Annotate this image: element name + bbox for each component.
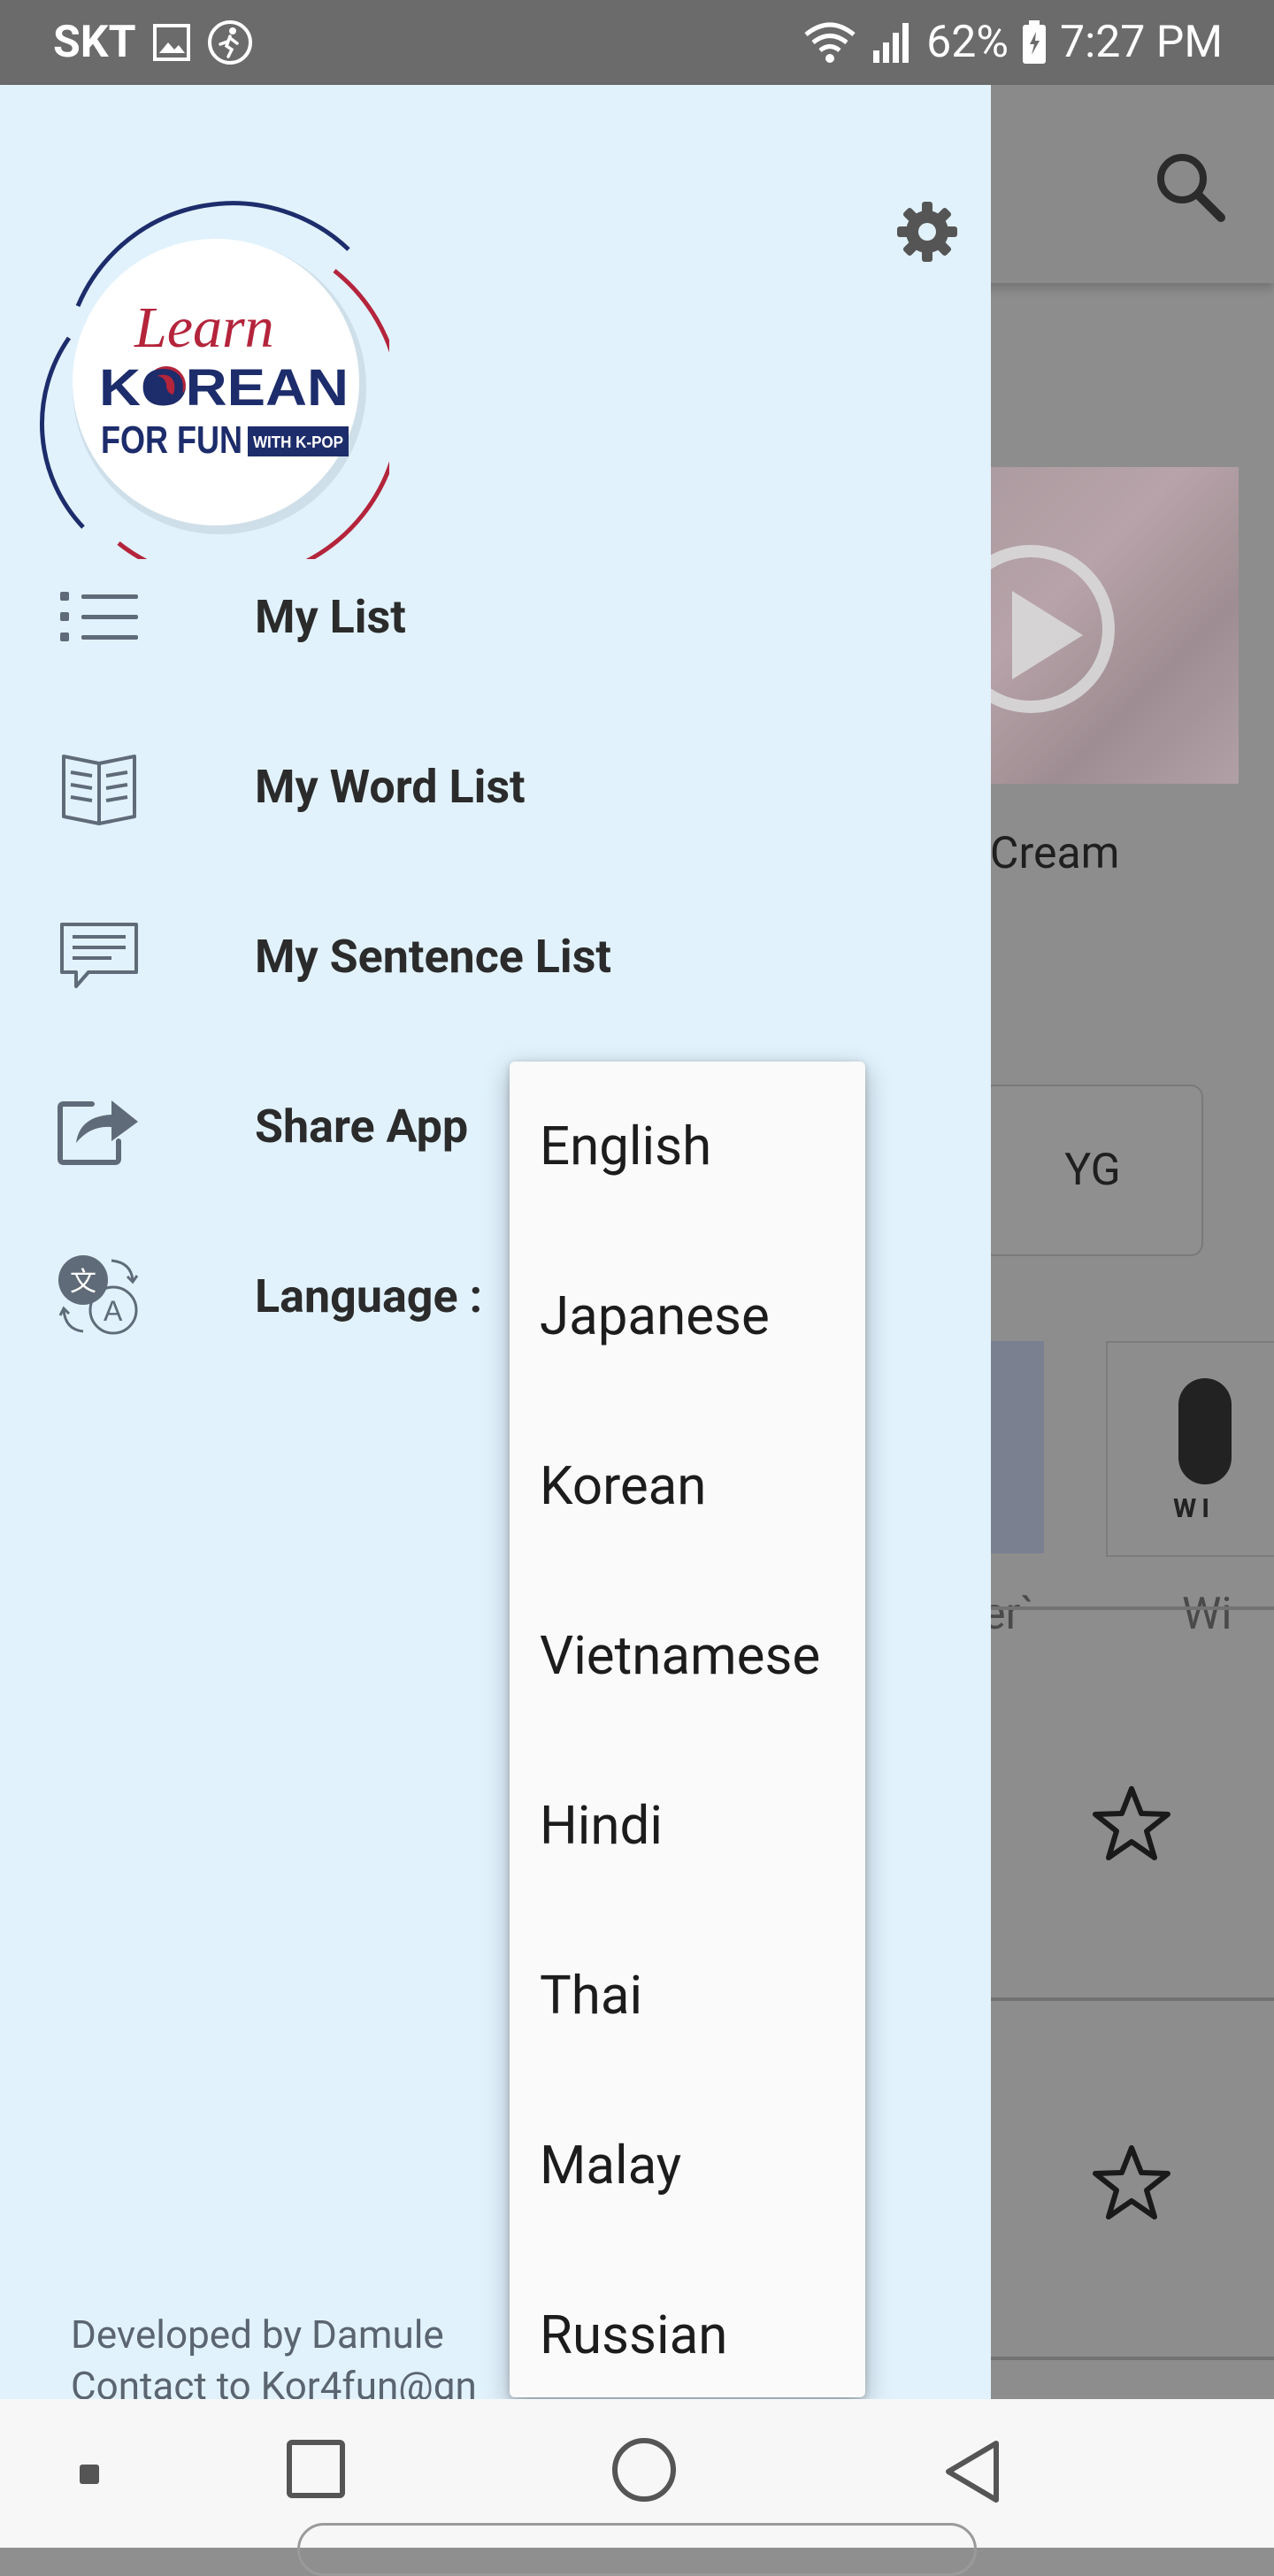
artist-logo-image: [1178, 1378, 1232, 1484]
gear-icon[interactable]: [895, 200, 959, 264]
language-option-russian[interactable]: Russian: [540, 2304, 727, 2366]
svg-text:A: A: [104, 1295, 123, 1327]
translate-icon: 文 A: [55, 1252, 143, 1340]
language-dropdown: English Japanese Korean Vietnamese Hindi…: [510, 1062, 865, 2397]
language-option-korean[interactable]: Korean: [540, 1454, 706, 1517]
star-icon[interactable]: [1092, 2143, 1171, 2222]
divider: [991, 2357, 1274, 2360]
book-icon: [55, 742, 143, 831]
logo-kpop-text: WITH K-POP: [253, 433, 343, 451]
logo-forfun-text: FOR FUN: [101, 418, 242, 462]
artist-name: Wi: [1182, 1589, 1232, 1640]
artist-thumbnail[interactable]: WI: [1106, 1341, 1274, 1557]
developer-credit: Developed by Damule: [71, 2312, 444, 2358]
language-option-hindi[interactable]: Hindi: [540, 1794, 663, 1857]
clock: 7:27 PM: [1059, 17, 1223, 68]
wifi-icon: [802, 20, 857, 65]
agency-chip-yg[interactable]: YG: [982, 1085, 1203, 1256]
activity-icon: [207, 19, 253, 65]
language-option-thai[interactable]: Thai: [540, 1964, 642, 2027]
drawer-footer: Developed by Damule Contact to Kor4fun@g…: [71, 2309, 477, 2411]
list-icon: [55, 572, 143, 661]
language-option-english[interactable]: English: [540, 1115, 711, 1177]
signal-icon: [870, 20, 914, 65]
menu-label: Share App: [255, 1099, 469, 1154]
divider: [991, 1997, 1274, 2001]
svg-text:文: 文: [70, 1267, 96, 1298]
app-logo: Learn KOREAN FOR FUN WITH K-POP: [40, 201, 389, 559]
recents-icon[interactable]: [287, 2440, 345, 2498]
notification-dot-icon[interactable]: [80, 2465, 99, 2484]
carrier-label: SKT: [53, 17, 136, 68]
language-option-japanese[interactable]: Japanese: [540, 1284, 770, 1347]
search-icon[interactable]: [1150, 147, 1230, 226]
menu-label: Language :: [255, 1269, 483, 1323]
menu-item-my-word-list[interactable]: My Word List: [0, 720, 991, 853]
status-bar: SKT 62% 7:27 PM: [0, 0, 1274, 85]
logo-learn-text: Learn: [134, 295, 274, 360]
divider: [991, 1606, 1274, 1610]
language-option-vietnamese[interactable]: Vietnamese: [540, 1624, 820, 1687]
star-icon[interactable]: [1092, 1783, 1171, 1863]
artist-logo-text: WI: [1173, 1493, 1216, 1524]
menu-label: My Word List: [255, 759, 526, 814]
gallery-icon: [152, 23, 191, 62]
message-icon: [55, 912, 143, 1000]
artist-thumbnail[interactable]: [982, 1341, 1044, 1553]
menu-label: My List: [255, 589, 406, 644]
menu-item-my-list[interactable]: My List: [0, 550, 991, 683]
language-option-malay[interactable]: Malay: [540, 2134, 681, 2196]
battery-percent: 62%: [926, 17, 1009, 68]
system-nav-bar: [0, 2399, 1274, 2576]
share-icon: [55, 1082, 143, 1170]
home-icon[interactable]: [612, 2438, 676, 2502]
logo-korean-text: KOREAN: [99, 359, 349, 417]
gesture-handle[interactable]: [297, 2523, 977, 2576]
menu-item-my-sentence-list[interactable]: My Sentence List: [0, 890, 991, 1023]
back-icon[interactable]: [941, 2438, 1003, 2505]
menu-label: My Sentence List: [255, 929, 611, 984]
battery-icon: [1021, 19, 1048, 65]
